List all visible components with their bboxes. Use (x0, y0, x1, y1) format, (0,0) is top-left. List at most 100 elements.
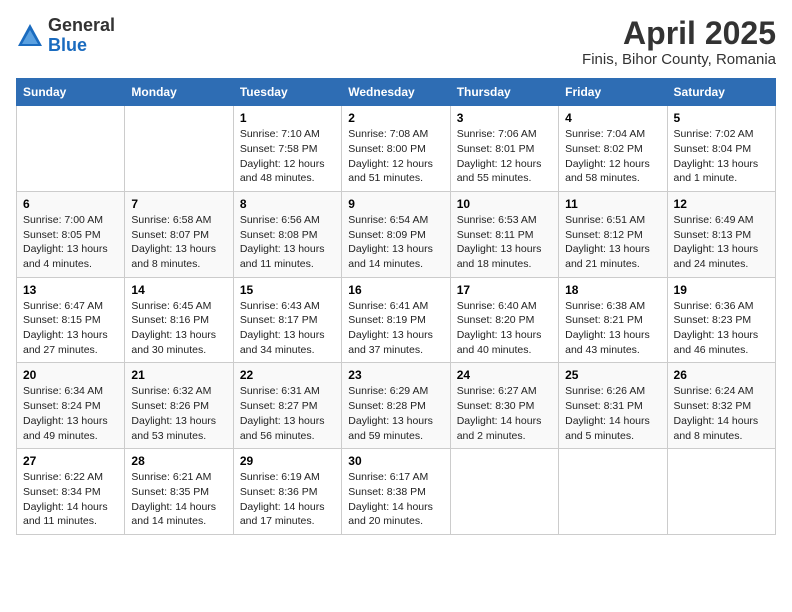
calendar-cell: 12 Sunrise: 6:49 AMSunset: 8:13 PMDayligh… (667, 191, 775, 277)
calendar-cell: 26Sunrise: 6:24 AMSunset: 8:32 PMDayligh… (667, 363, 775, 449)
calendar-cell: 16 Sunrise: 6:41 AMSunset: 8:19 PMDayligh… (342, 277, 450, 363)
day-info: Sunrise: 6:21 AMSunset: 8:35 PMDaylight:… (131, 471, 216, 527)
page-header: General Blue April 2025 Finis, Bihor Cou… (16, 16, 776, 68)
day-number: 15 (240, 283, 335, 297)
day-number: 8 (240, 197, 335, 211)
calendar-cell (125, 106, 233, 192)
day-info: Sunrise: 6:24 AMSunset: 8:32 PMDaylight:… (674, 385, 759, 441)
calendar-cell: 24 Sunrise: 6:27 AMSunset: 8:30 PMDayligh… (450, 363, 558, 449)
calendar-cell: 1 Sunrise: 7:10 AMSunset: 7:58 PMDaylight… (233, 106, 341, 192)
calendar-cell: 10 Sunrise: 6:53 AMSunset: 8:11 PMDayligh… (450, 191, 558, 277)
calendar-cell: 29 Sunrise: 6:19 AMSunset: 8:36 PMDayligh… (233, 449, 341, 535)
calendar-cell: 27 Sunrise: 6:22 AMSunset: 8:34 PMDayligh… (17, 449, 125, 535)
calendar-cell: 3 Sunrise: 7:06 AMSunset: 8:01 PMDaylight… (450, 106, 558, 192)
calendar-cell: 6Sunrise: 7:00 AMSunset: 8:05 PMDaylight… (17, 191, 125, 277)
calendar-cell (17, 106, 125, 192)
day-info: Sunrise: 6:22 AMSunset: 8:34 PMDaylight:… (23, 471, 108, 527)
day-number: 23 (348, 368, 443, 382)
calendar-cell: 9 Sunrise: 6:54 AMSunset: 8:09 PMDaylight… (342, 191, 450, 277)
calendar-cell: 13 Sunrise: 6:47 AMSunset: 8:15 PMDayligh… (17, 277, 125, 363)
calendar-cell: 18 Sunrise: 6:38 AMSunset: 8:21 PMDayligh… (559, 277, 667, 363)
calendar-table: SundayMondayTuesdayWednesdayThursdayFrid… (16, 78, 776, 535)
day-number: 28 (131, 454, 226, 468)
day-info: Sunrise: 6:27 AMSunset: 8:30 PMDaylight:… (457, 385, 542, 441)
day-number: 29 (240, 454, 335, 468)
day-number: 9 (348, 197, 443, 211)
day-number: 18 (565, 283, 660, 297)
weekday-header: Thursday (450, 79, 558, 106)
day-number: 5 (674, 111, 769, 125)
day-number: 25 (565, 368, 660, 382)
day-info: Sunrise: 7:04 AMSunset: 8:02 PMDaylight:… (565, 128, 650, 184)
day-info: Sunrise: 6:41 AMSunset: 8:19 PMDaylight:… (348, 300, 433, 356)
calendar-cell: 2 Sunrise: 7:08 AMSunset: 8:00 PMDaylight… (342, 106, 450, 192)
day-number: 16 (348, 283, 443, 297)
day-info: Sunrise: 7:06 AMSunset: 8:01 PMDaylight:… (457, 128, 542, 184)
calendar-cell: 30 Sunrise: 6:17 AMSunset: 8:38 PMDayligh… (342, 449, 450, 535)
calendar-cell (450, 449, 558, 535)
day-info: Sunrise: 6:31 AMSunset: 8:27 PMDaylight:… (240, 385, 325, 441)
day-number: 19 (674, 283, 769, 297)
calendar-cell: 14 Sunrise: 6:45 AMSunset: 8:16 PMDayligh… (125, 277, 233, 363)
calendar-cell: 22 Sunrise: 6:31 AMSunset: 8:27 PMDayligh… (233, 363, 341, 449)
weekday-header: Tuesday (233, 79, 341, 106)
logo-text: General Blue (48, 16, 115, 56)
weekday-header: Wednesday (342, 79, 450, 106)
calendar-cell: 15 Sunrise: 6:43 AMSunset: 8:17 PMDayligh… (233, 277, 341, 363)
day-info: Sunrise: 7:10 AMSunset: 7:58 PMDaylight:… (240, 128, 325, 184)
calendar-cell (667, 449, 775, 535)
day-info: Sunrise: 6:40 AMSunset: 8:20 PMDaylight:… (457, 300, 542, 356)
calendar-cell: 5 Sunrise: 7:02 AMSunset: 8:04 PMDaylight… (667, 106, 775, 192)
day-number: 30 (348, 454, 443, 468)
calendar-title: April 2025 (582, 16, 776, 51)
day-number: 12 (674, 197, 769, 211)
day-info: Sunrise: 6:19 AMSunset: 8:36 PMDaylight:… (240, 471, 325, 527)
day-number: 11 (565, 197, 660, 211)
day-info: Sunrise: 7:00 AMSunset: 8:05 PMDaylight:… (23, 214, 108, 270)
day-info: Sunrise: 7:02 AMSunset: 8:04 PMDaylight:… (674, 128, 759, 184)
title-block: April 2025 Finis, Bihor County, Romania (582, 16, 776, 68)
day-number: 4 (565, 111, 660, 125)
weekday-header: Saturday (667, 79, 775, 106)
calendar-week-row: 13 Sunrise: 6:47 AMSunset: 8:15 PMDayligh… (17, 277, 776, 363)
logo: General Blue (16, 16, 115, 56)
day-number: 1 (240, 111, 335, 125)
day-number: 2 (348, 111, 443, 125)
calendar-cell: 17 Sunrise: 6:40 AMSunset: 8:20 PMDayligh… (450, 277, 558, 363)
day-number: 10 (457, 197, 552, 211)
day-number: 24 (457, 368, 552, 382)
calendar-cell: 21Sunrise: 6:32 AMSunset: 8:26 PMDayligh… (125, 363, 233, 449)
calendar-week-row: 20 Sunrise: 6:34 AMSunset: 8:24 PMDayligh… (17, 363, 776, 449)
calendar-cell: 25Sunrise: 6:26 AMSunset: 8:31 PMDayligh… (559, 363, 667, 449)
calendar-subtitle: Finis, Bihor County, Romania (582, 51, 776, 68)
day-number: 27 (23, 454, 118, 468)
day-info: Sunrise: 6:51 AMSunset: 8:12 PMDaylight:… (565, 214, 650, 270)
day-info: Sunrise: 6:36 AMSunset: 8:23 PMDaylight:… (674, 300, 759, 356)
calendar-cell: 28 Sunrise: 6:21 AMSunset: 8:35 PMDayligh… (125, 449, 233, 535)
day-info: Sunrise: 6:38 AMSunset: 8:21 PMDaylight:… (565, 300, 650, 356)
day-info: Sunrise: 6:54 AMSunset: 8:09 PMDaylight:… (348, 214, 433, 270)
day-info: Sunrise: 6:32 AMSunset: 8:26 PMDaylight:… (131, 385, 216, 441)
day-info: Sunrise: 6:49 AMSunset: 8:13 PMDaylight:… (674, 214, 759, 270)
day-number: 3 (457, 111, 552, 125)
calendar-week-row: 27 Sunrise: 6:22 AMSunset: 8:34 PMDayligh… (17, 449, 776, 535)
day-info: Sunrise: 6:53 AMSunset: 8:11 PMDaylight:… (457, 214, 542, 270)
day-info: Sunrise: 6:56 AMSunset: 8:08 PMDaylight:… (240, 214, 325, 270)
day-number: 17 (457, 283, 552, 297)
day-number: 20 (23, 368, 118, 382)
day-info: Sunrise: 6:45 AMSunset: 8:16 PMDaylight:… (131, 300, 216, 356)
day-info: Sunrise: 6:47 AMSunset: 8:15 PMDaylight:… (23, 300, 108, 356)
calendar-cell: 11 Sunrise: 6:51 AMSunset: 8:12 PMDayligh… (559, 191, 667, 277)
day-number: 13 (23, 283, 118, 297)
day-info: Sunrise: 6:29 AMSunset: 8:28 PMDaylight:… (348, 385, 433, 441)
day-number: 14 (131, 283, 226, 297)
weekday-header: Sunday (17, 79, 125, 106)
day-info: Sunrise: 6:34 AMSunset: 8:24 PMDaylight:… (23, 385, 108, 441)
day-number: 22 (240, 368, 335, 382)
calendar-cell: 4 Sunrise: 7:04 AMSunset: 8:02 PMDaylight… (559, 106, 667, 192)
day-info: Sunrise: 7:08 AMSunset: 8:00 PMDaylight:… (348, 128, 433, 184)
calendar-cell (559, 449, 667, 535)
day-info: Sunrise: 6:43 AMSunset: 8:17 PMDaylight:… (240, 300, 325, 356)
calendar-cell: 7Sunrise: 6:58 AMSunset: 8:07 PMDaylight… (125, 191, 233, 277)
day-info: Sunrise: 6:17 AMSunset: 8:38 PMDaylight:… (348, 471, 433, 527)
